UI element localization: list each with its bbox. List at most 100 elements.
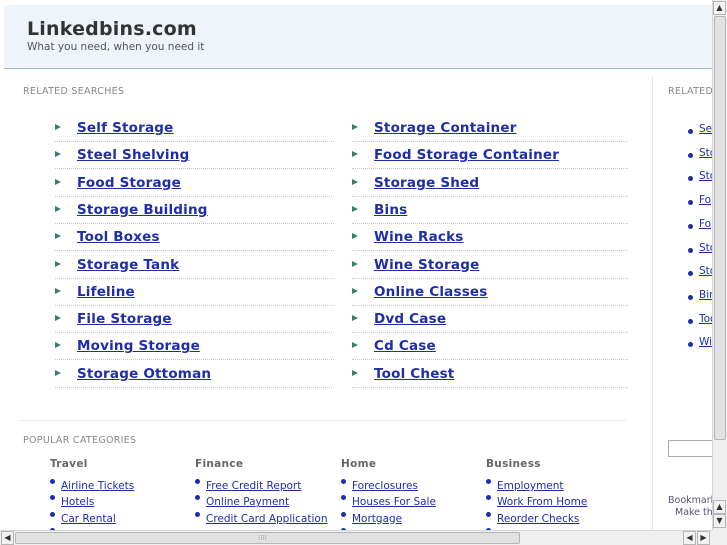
bullet-icon <box>486 511 491 517</box>
related-search-link[interactable]: Wine Storage <box>374 257 479 273</box>
scroll-down-button[interactable]: ▼ <box>713 514 726 528</box>
category-item[interactable]: Work From Home <box>486 490 587 508</box>
related-search-link[interactable]: Tool Chest <box>374 366 454 382</box>
related-search-link[interactable]: Steel Shelving <box>77 147 189 163</box>
sidebar-link[interactable]: Sto <box>699 147 713 159</box>
bullet-icon <box>50 511 55 517</box>
sidebar-link[interactable]: Sto <box>699 170 713 182</box>
related-search-link[interactable]: Bins <box>374 202 407 218</box>
vertical-scroll-thumb[interactable] <box>714 16 726 440</box>
related-search-link[interactable]: Self Storage <box>77 120 174 136</box>
category-title: Business <box>486 458 541 470</box>
right-sidebar: RELATED Se Sto Sto Fo Fo Sto Sto Bin Too Wi Bookm… <box>655 76 713 531</box>
related-search-item[interactable]: Storage Building <box>55 197 334 224</box>
related-search-link[interactable]: Dvd Case <box>374 311 446 327</box>
category-item[interactable]: Houses For Sale <box>341 490 436 508</box>
related-search-link[interactable]: Lifeline <box>77 284 135 300</box>
category-item[interactable]: Hotels <box>50 490 134 508</box>
related-search-item[interactable]: File Storage <box>55 306 334 334</box>
related-search-link[interactable]: Storage Tank <box>77 257 179 273</box>
related-search-item[interactable]: Tool Boxes <box>55 224 334 252</box>
category-column: TravelAirline TicketsHotelsCar RentalFli… <box>50 458 134 541</box>
sidebar-link[interactable]: Fo <box>699 218 711 230</box>
related-search-item[interactable]: Dvd Case <box>352 306 628 334</box>
sidebar-link[interactable]: Sto <box>699 265 713 277</box>
scroll-left-button[interactable]: ◀ <box>1 531 14 545</box>
bullet-icon <box>688 342 693 348</box>
related-search-item[interactable]: Moving Storage <box>55 333 334 361</box>
related-search-link[interactable]: Food Storage Container <box>374 147 559 163</box>
scroll-right-button[interactable]: ▶ <box>697 531 710 545</box>
related-search-link[interactable]: Storage Building <box>77 202 208 218</box>
related-search-item[interactable]: Lifeline <box>55 279 334 306</box>
related-search-link[interactable]: Wine Racks <box>374 229 464 245</box>
category-item[interactable]: Car Rental <box>50 507 134 525</box>
related-search-item[interactable]: Wine Racks <box>352 224 628 252</box>
related-search-item[interactable]: Food Storage <box>55 170 334 197</box>
sidebar-link[interactable]: Sto <box>699 242 713 254</box>
category-link[interactable]: Credit Card Application <box>206 513 327 525</box>
horizontal-scrollbar[interactable]: ◀ ⁞⁞⁞⁞ ◀ ▶ <box>0 530 712 545</box>
arrow-bullet-icon <box>55 151 61 158</box>
related-search-link[interactable]: Storage Ottoman <box>77 366 211 382</box>
vertical-scrollbar[interactable]: ▲ ▲ ▼ <box>712 0 727 530</box>
related-search-item[interactable]: Online Classes <box>352 279 628 306</box>
related-search-link[interactable]: Online Classes <box>374 284 488 300</box>
sidebar-link[interactable]: Se <box>699 123 712 135</box>
section-divider <box>20 420 626 421</box>
related-search-link[interactable]: Cd Case <box>374 338 436 354</box>
category-item[interactable]: Mortgage <box>341 507 436 525</box>
arrow-bullet-icon <box>55 369 61 376</box>
related-search-item[interactable]: Cd Case <box>352 333 628 361</box>
category-item[interactable]: Credit Card Application <box>195 507 327 525</box>
horizontal-scroll-thumb[interactable]: ⁞⁞⁞⁞ <box>15 532 520 544</box>
sidebar-link[interactable]: Fo <box>699 194 711 206</box>
scroll-up-button[interactable]: ▲ <box>713 1 726 15</box>
related-search-link[interactable]: Food Storage <box>77 175 181 191</box>
category-item[interactable]: Employment <box>486 474 587 492</box>
related-search-link[interactable]: File Storage <box>77 311 172 327</box>
arrow-bullet-icon <box>55 205 61 212</box>
related-search-item[interactable]: Food Storage Container <box>352 142 628 170</box>
related-search-item[interactable]: Self Storage <box>55 115 334 142</box>
arrow-bullet-icon <box>352 151 358 158</box>
bookmark-link[interactable]: Bookmark <box>668 495 713 506</box>
related-search-link[interactable]: Storage Shed <box>374 175 479 191</box>
bullet-icon <box>486 479 491 484</box>
related-search-item[interactable]: Tool Chest <box>352 361 628 388</box>
site-header: Linkedbins.com What you need, when you n… <box>4 5 727 69</box>
category-item[interactable]: Airline Tickets <box>50 474 134 492</box>
related-search-item[interactable]: Storage Ottoman <box>55 361 334 388</box>
sidebar-link[interactable]: Wi <box>699 336 712 348</box>
sidebar-search-input[interactable] <box>668 440 713 457</box>
scroll-up-button-lower[interactable]: ▲ <box>713 500 726 514</box>
make-homepage-link[interactable]: Make thi <box>675 507 713 518</box>
scroll-left-button-right[interactable]: ◀ <box>683 531 696 545</box>
category-item[interactable]: Free Credit Report <box>195 474 327 492</box>
arrow-bullet-icon <box>55 287 61 294</box>
sidebar-link[interactable]: Too <box>699 313 713 325</box>
related-search-item[interactable]: Storage Tank <box>55 252 334 279</box>
arrow-bullet-icon <box>352 205 358 212</box>
bullet-icon <box>195 511 200 517</box>
related-search-item[interactable]: Storage Shed <box>352 170 628 197</box>
site-title: Linkedbins.com <box>27 18 197 40</box>
category-title: Finance <box>195 458 244 470</box>
category-title: Home <box>341 458 377 470</box>
bullet-icon <box>688 152 693 158</box>
bullet-icon <box>688 200 693 206</box>
category-item[interactable]: Foreclosures <box>341 474 436 492</box>
sidebar-link[interactable]: Bin <box>699 289 713 301</box>
arrow-bullet-icon <box>352 342 358 349</box>
bullet-icon <box>688 176 693 182</box>
related-search-item[interactable]: Wine Storage <box>352 252 628 279</box>
related-search-item[interactable]: Storage Container <box>352 115 628 142</box>
arrow-bullet-icon <box>55 124 61 130</box>
category-item[interactable]: Reorder Checks <box>486 507 587 525</box>
related-search-link[interactable]: Moving Storage <box>77 338 200 354</box>
related-search-link[interactable]: Tool Boxes <box>77 229 160 245</box>
related-search-link[interactable]: Storage Container <box>374 120 517 136</box>
related-search-item[interactable]: Steel Shelving <box>55 142 334 170</box>
category-item[interactable]: Online Payment <box>195 490 327 508</box>
related-search-item[interactable]: Bins <box>352 197 628 224</box>
